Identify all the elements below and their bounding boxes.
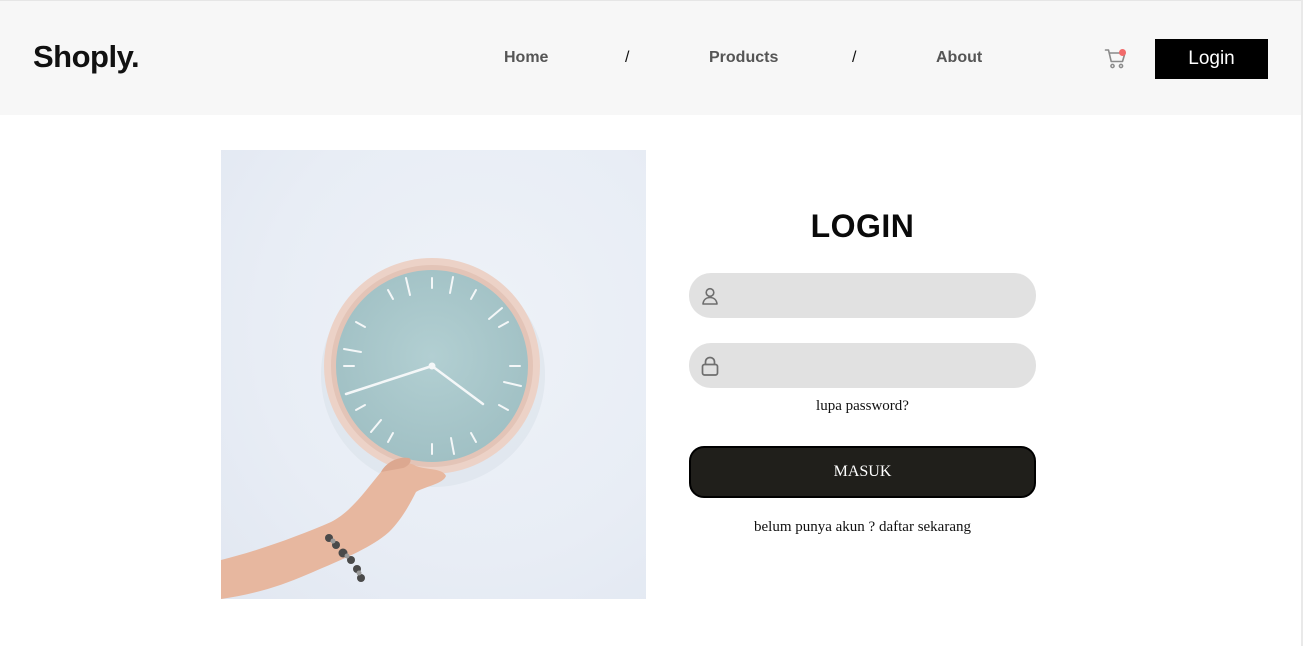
password-field[interactable] — [689, 343, 1036, 388]
cart-badge — [1119, 49, 1126, 56]
register-link[interactable]: belum punya akun ? daftar sekarang — [689, 519, 1036, 536]
user-icon — [702, 287, 718, 305]
login-button[interactable]: Login — [1155, 39, 1268, 79]
forgot-password-link[interactable]: lupa password? — [689, 398, 1036, 415]
nav-separator: / — [852, 49, 857, 66]
username-field[interactable] — [689, 273, 1036, 318]
top-navbar: Shoply. Home / Products / About Login — [0, 0, 1303, 115]
lock-icon — [701, 356, 719, 376]
wall-clock-photo — [221, 258, 545, 599]
nav-products[interactable]: Products — [709, 49, 778, 67]
brand-logo[interactable]: Shoply. — [33, 39, 140, 75]
submit-login-button[interactable]: MASUK — [689, 446, 1036, 498]
hero-image — [221, 150, 646, 599]
nav-about[interactable]: About — [936, 49, 982, 67]
login-title: LOGIN — [810, 208, 915, 244]
nav-home[interactable]: Home — [504, 49, 548, 67]
nav-separator: / — [625, 49, 630, 66]
cart-button[interactable] — [1104, 47, 1128, 71]
password-input[interactable] — [721, 343, 1036, 388]
username-input[interactable] — [721, 273, 1036, 318]
